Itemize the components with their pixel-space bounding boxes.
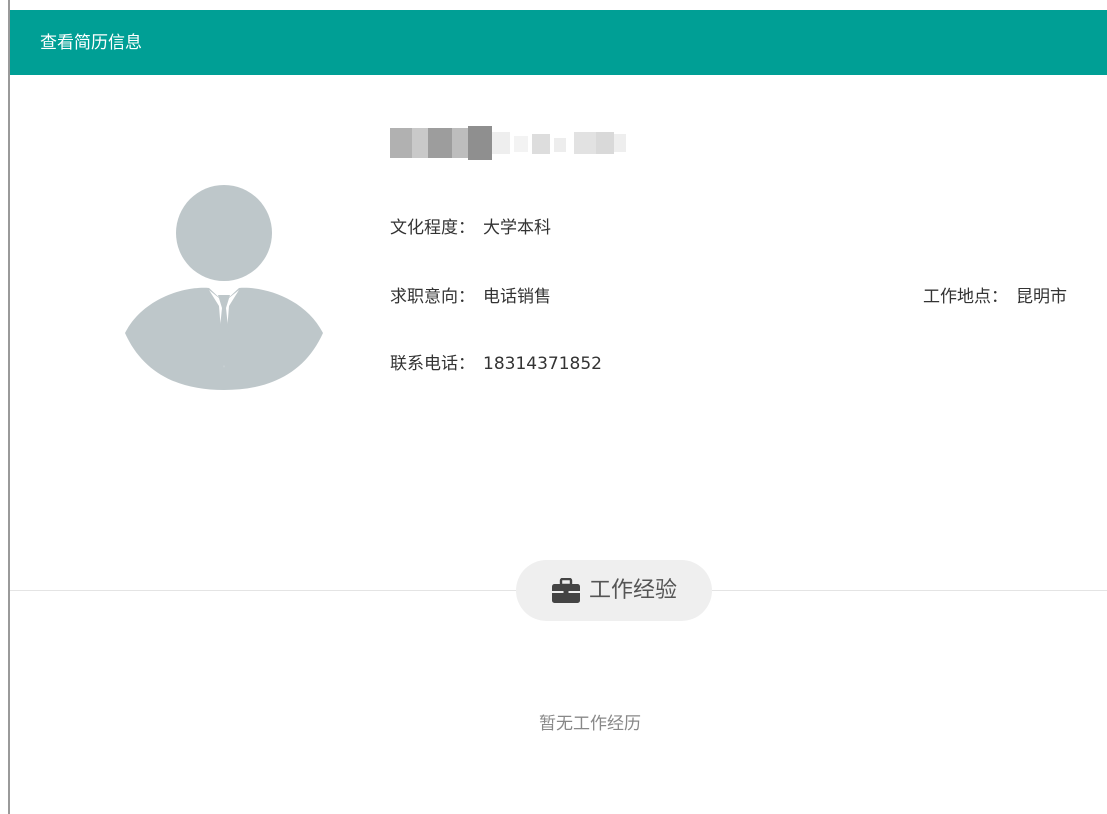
work-experience-empty-message: 暂无工作经历 (539, 714, 641, 734)
work-experience-section-header: 工作经验 (516, 560, 712, 621)
education-row: 文化程度： 大学本科 (390, 218, 551, 238)
phone-row: 联系电话： 18314371852 (390, 354, 602, 374)
person-silhouette-icon (125, 185, 323, 390)
work-location-row: 工作地点： 昆明市 (923, 287, 1067, 307)
job-intention-value: 电话销售 (483, 287, 551, 307)
briefcase-icon (551, 577, 580, 603)
work-location-value: 昆明市 (1016, 287, 1067, 307)
phone-value: 18314371852 (483, 354, 602, 374)
job-intention-row: 求职意向： 电话销售 (390, 287, 551, 307)
window-left-border (8, 0, 10, 814)
work-location-label: 工作地点： (923, 287, 1008, 307)
resume-view-page: 查看简历信息 文化程度： 大学本科 求职意向： 电话销售 工作地点： 昆明市 联系电话… (0, 0, 1107, 814)
phone-label: 联系电话： (390, 354, 475, 374)
dialog-title: 查看简历信息 (40, 33, 142, 53)
education-label: 文化程度： (390, 218, 475, 238)
name-redacted-block (390, 126, 626, 160)
education-value: 大学本科 (483, 218, 551, 238)
job-intention-label: 求职意向： (390, 287, 475, 307)
dialog-header: 查看简历信息 (10, 10, 1107, 75)
work-experience-title: 工作经验 (588, 577, 677, 603)
